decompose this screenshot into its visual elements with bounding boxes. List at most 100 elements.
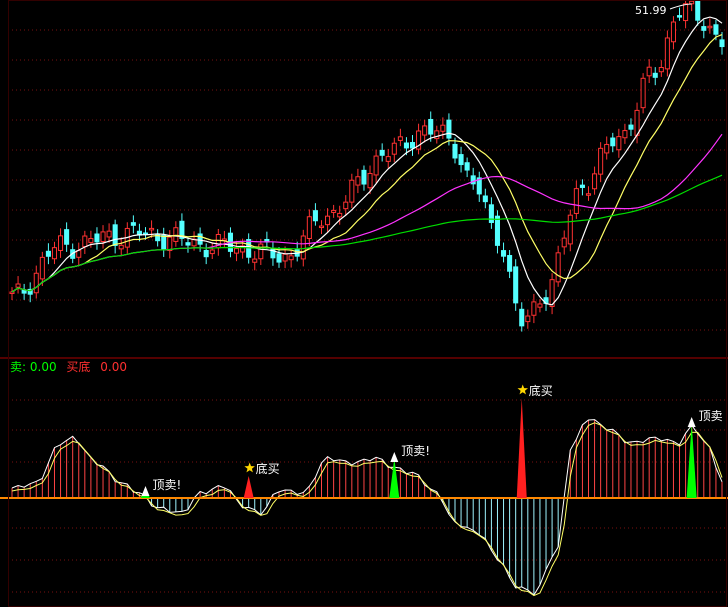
- top-sell-signal[interactable]: 顶卖!: [389, 444, 430, 498]
- candle-down: [482, 195, 488, 203]
- bottom-buy-label: 买底: [66, 360, 91, 374]
- candle-up: [689, 0, 695, 5]
- candle-up: [9, 291, 15, 295]
- candle-up: [561, 237, 567, 248]
- candle-up: [343, 201, 349, 210]
- top-sell-signal[interactable]: 顶卖: [686, 409, 723, 498]
- sell-colon: :: [22, 360, 30, 374]
- signal-label: 顶卖: [699, 409, 723, 423]
- candle-up: [58, 235, 64, 251]
- candle-down: [701, 26, 707, 31]
- candle-down: [94, 233, 100, 243]
- sell-value: 0.00: [29, 360, 57, 374]
- candle-up: [337, 212, 343, 218]
- star-icon: [517, 384, 528, 395]
- candle-up: [325, 215, 331, 226]
- signal-markers[interactable]: 顶卖!底买顶卖!底买顶卖: [140, 383, 723, 498]
- candle-up: [434, 130, 440, 140]
- candle-up: [167, 236, 173, 252]
- candle-up: [252, 258, 258, 263]
- bottom-buy-signal[interactable]: 底买: [516, 383, 553, 498]
- candle-up: [15, 283, 21, 288]
- candle-down: [513, 266, 519, 304]
- oscillator-bars: [11, 419, 723, 595]
- candle-up: [531, 301, 537, 316]
- candle-up: [658, 66, 664, 73]
- candle-up: [173, 227, 179, 242]
- signal-spike: [686, 423, 697, 498]
- candlestick-series[interactable]: [9, 0, 725, 332]
- arrow-up-icon: [141, 486, 150, 496]
- candle-down: [197, 233, 203, 245]
- candle-up: [598, 147, 604, 175]
- candle-down: [64, 229, 70, 245]
- candle-down: [428, 118, 434, 135]
- signal-label: 顶卖!: [401, 444, 430, 458]
- top-sell-signal[interactable]: 顶卖!: [140, 478, 182, 498]
- signal-spike: [389, 458, 400, 498]
- candle-up: [585, 193, 592, 196]
- ma-line-ma30: [11, 133, 723, 293]
- candle-down: [403, 142, 409, 149]
- candle-up: [646, 66, 652, 77]
- candle-down: [713, 24, 719, 35]
- candle-up: [391, 142, 397, 155]
- signal-spike: [516, 398, 527, 498]
- bottom-buy-signal[interactable]: 底买: [243, 461, 280, 498]
- candle-up: [100, 231, 106, 243]
- candle-down: [628, 124, 634, 130]
- price-high-label: 51.99: [635, 4, 667, 17]
- candle-up: [349, 179, 355, 203]
- candle-up: [622, 130, 628, 139]
- signal-label: 顶卖!: [153, 478, 182, 492]
- candle-up: [385, 156, 391, 162]
- candle-up: [82, 235, 88, 248]
- candle-up: [233, 248, 240, 254]
- candle-down: [112, 224, 118, 246]
- candle-up: [318, 225, 325, 229]
- candle-up: [258, 243, 264, 260]
- candle-up: [440, 124, 446, 132]
- candle-up: [616, 136, 622, 151]
- candle-up: [707, 25, 713, 29]
- stock-chart-canvas: 51.99 顶卖!底买顶卖!底买顶卖: [0, 0, 728, 607]
- candle-down: [458, 154, 464, 166]
- signal-label: 底买: [256, 461, 280, 476]
- indicator-grid: [8, 399, 728, 593]
- candle-up: [355, 176, 361, 186]
- candle-up: [331, 209, 337, 213]
- signal-spike: [243, 476, 254, 498]
- candle-down: [270, 247, 276, 259]
- candle-up: [422, 125, 428, 136]
- candle-down: [494, 215, 501, 246]
- candle-up: [664, 37, 670, 70]
- arrow-up-icon: [687, 417, 696, 427]
- candle-down: [45, 250, 51, 257]
- candle-up: [567, 214, 573, 245]
- candle-up: [149, 227, 155, 231]
- candle-down: [719, 39, 725, 48]
- candle-down: [312, 210, 318, 222]
- price-high-arrow: [669, 3, 692, 10]
- candle-down: [21, 289, 27, 294]
- bottom-buy-value: 0.00: [100, 360, 127, 374]
- candle-up: [118, 244, 124, 250]
- candle-down: [464, 162, 470, 171]
- candle-down: [519, 308, 525, 327]
- candle-down: [695, 0, 701, 21]
- candle-up: [683, 3, 689, 22]
- ma-line-ma5: [11, 16, 723, 306]
- candle-up: [397, 136, 403, 141]
- candle-up: [306, 216, 312, 240]
- candle-down: [161, 234, 167, 251]
- candle-down: [203, 249, 209, 258]
- candle-up: [76, 250, 82, 258]
- star-icon: [244, 462, 255, 473]
- ma-line-ma10: [11, 34, 723, 293]
- candle-down: [276, 253, 282, 263]
- candle-up: [209, 249, 215, 255]
- candle-up: [604, 143, 610, 154]
- indicator-header: 卖: 0.00 买底 0.00: [10, 360, 127, 374]
- candle-down: [361, 169, 367, 185]
- candle-up: [367, 172, 373, 189]
